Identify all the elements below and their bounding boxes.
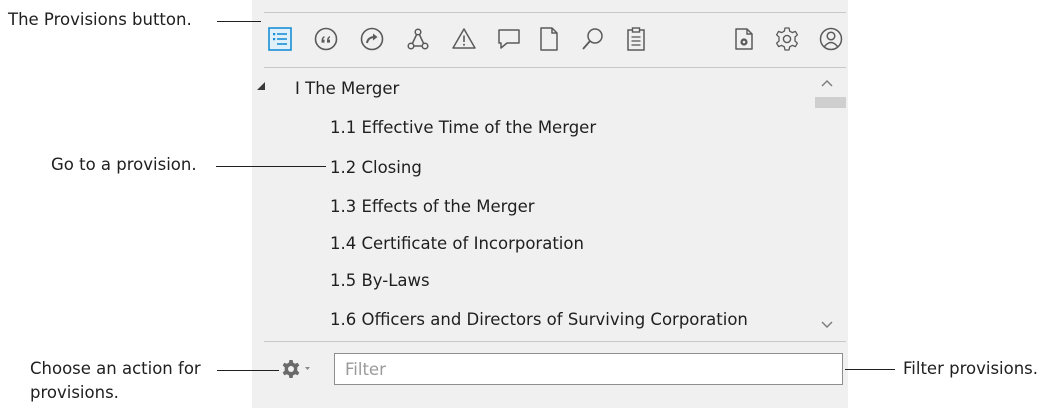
provisions-icon: [268, 27, 292, 51]
clipboard-icon: [627, 27, 645, 51]
tree-item-provision[interactable]: 1.3 Effects of the Merger: [330, 196, 535, 218]
tree-section-title[interactable]: I The Merger: [295, 78, 399, 100]
gear-dropdown-icon: [282, 360, 310, 378]
tree-item-provision[interactable]: 1.5 By-Laws: [330, 270, 430, 292]
scroll-up-arrow-icon[interactable]: [819, 77, 835, 89]
network-button[interactable]: [405, 26, 431, 52]
quotes-icon: [314, 27, 338, 51]
footer-divider: [264, 341, 846, 342]
provision-actions-button[interactable]: [279, 356, 319, 384]
account-button[interactable]: [818, 26, 844, 52]
scroll-down-arrow-icon[interactable]: [819, 318, 835, 330]
callout-choose-action: Choose an action for: [30, 359, 201, 378]
leader-line: [217, 21, 261, 22]
doc-settings-icon: [735, 28, 753, 50]
clipboard-button[interactable]: [623, 26, 649, 52]
leader-line: [217, 370, 279, 371]
account-icon: [819, 27, 843, 51]
comment-icon: [498, 29, 520, 49]
settings-icon: [775, 27, 799, 51]
settings-button[interactable]: [774, 26, 800, 52]
toolbar-divider: [264, 67, 846, 68]
go-button[interactable]: [359, 26, 385, 52]
document-settings-button[interactable]: [731, 26, 757, 52]
scrollbar-thumb[interactable]: [815, 97, 846, 108]
warning-icon: [452, 28, 476, 49]
quotes-button[interactable]: [313, 26, 339, 52]
tree-item-provision[interactable]: 1.6 Officers and Directors of Surviving …: [330, 309, 748, 331]
search-button[interactable]: [580, 26, 606, 52]
network-icon: [407, 28, 429, 50]
tree-item-provision[interactable]: 1.1 Effective Time of the Merger: [330, 117, 596, 139]
callout-filter-provisions: Filter provisions.: [903, 359, 1039, 378]
leader-line: [216, 166, 326, 167]
tree-item-provision[interactable]: 1.2 Closing: [330, 157, 422, 179]
filter-input[interactable]: [334, 353, 843, 385]
callout-go-to-provision: Go to a provision.: [51, 155, 197, 174]
top-divider: [264, 12, 846, 13]
document-button[interactable]: [536, 26, 562, 52]
callout-provisions-button: The Provisions button.: [8, 10, 192, 29]
comment-button[interactable]: [496, 26, 522, 52]
go-arrow-icon: [360, 27, 384, 51]
provisions-button[interactable]: [267, 26, 293, 52]
document-icon: [540, 27, 558, 51]
warning-button[interactable]: [451, 26, 477, 52]
collapse-triangle-icon[interactable]: [256, 81, 266, 91]
leader-line: [845, 369, 895, 370]
callout-choose-action-line2: provisions.: [30, 383, 119, 402]
tree-item-provision[interactable]: 1.4 Certificate of Incorporation: [330, 233, 584, 255]
search-icon: [582, 28, 603, 50]
